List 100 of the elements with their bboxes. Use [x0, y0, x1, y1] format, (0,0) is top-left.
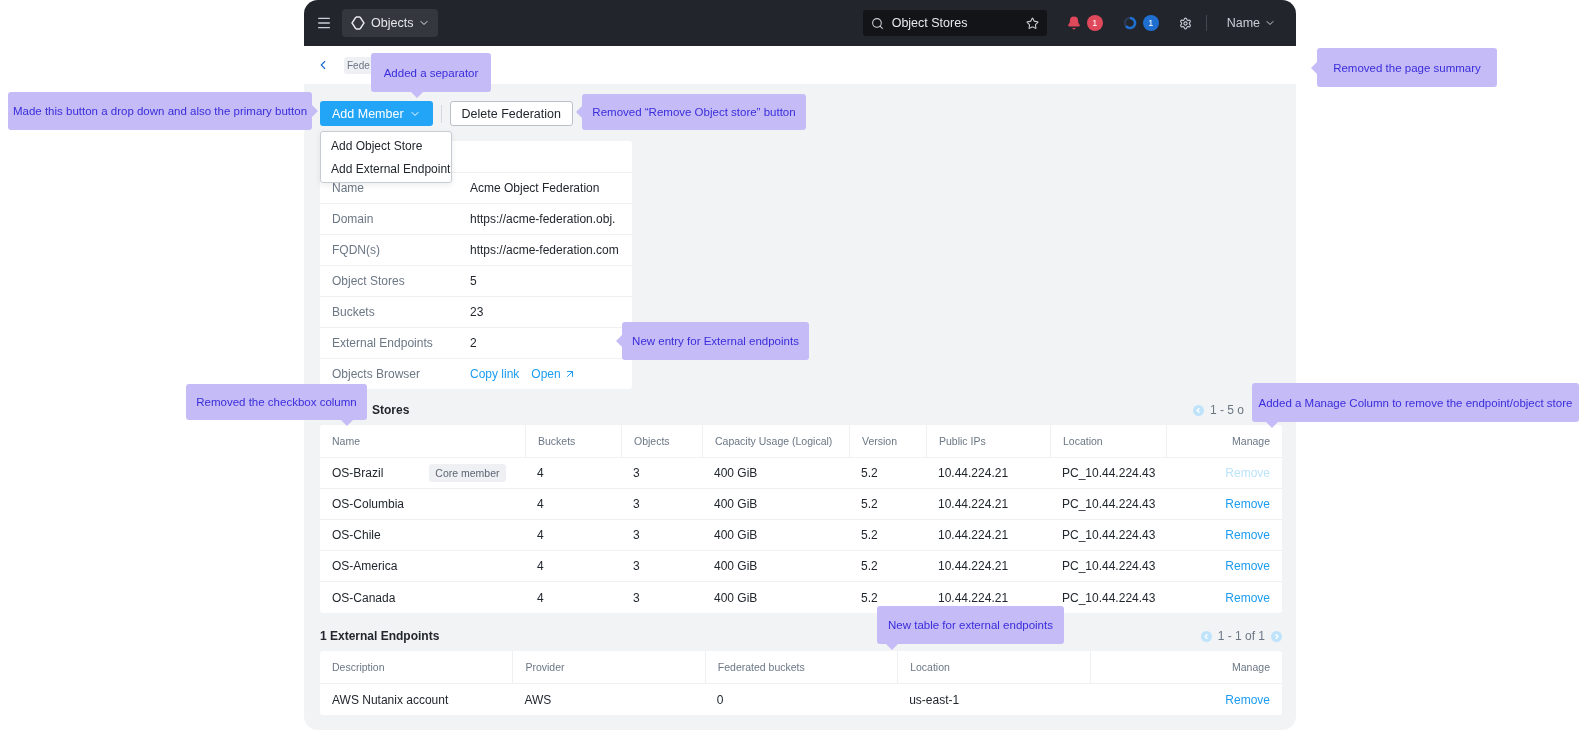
column-header: Manage [1166, 425, 1282, 458]
detail-link[interactable]: Open [531, 367, 576, 381]
table-cell: 10.44.224.21 [938, 466, 1009, 480]
remove-link[interactable]: Remove [1225, 559, 1270, 573]
annotation-callout: Added a separator [371, 53, 491, 92]
core-member-tag: Core member [429, 464, 506, 482]
detail-value: Acme Object Federation [470, 181, 600, 195]
search-field[interactable]: Object Stores [862, 10, 1047, 36]
annotation-callout: Removed “Remove Object store” button [582, 94, 806, 130]
column-header: Location [1050, 425, 1166, 458]
table-cell: 10.44.224.21 [938, 528, 1009, 542]
settings-icon[interactable] [1178, 16, 1192, 30]
annotation-callout: New table for external endpoints [877, 606, 1064, 644]
table-cell: 4 [537, 590, 544, 605]
objects-logo-icon [350, 15, 366, 31]
table-cell: OS-Chile [332, 528, 381, 542]
detail-label: Buckets [331, 305, 376, 319]
bell-icon[interactable] [1066, 16, 1081, 30]
table-cell: 4 [537, 466, 544, 480]
table-cell: 400 GiB [714, 528, 758, 542]
detail-value: 23 [470, 305, 484, 319]
user-menu[interactable]: Name [1220, 15, 1282, 31]
table-cell: 5.2 [861, 590, 878, 605]
page-range: 1 - 5 o [1209, 403, 1244, 417]
annotation-callout: Removed the checkbox column [186, 384, 367, 420]
annotation-callout: Added a Manage Column to remove the endpoint/object store [1252, 383, 1579, 422]
table-cell: OS-Columbia [332, 497, 405, 511]
table-cell: 5.2 [861, 528, 878, 542]
annotation-callout: Removed the page summary [1317, 48, 1497, 87]
section-heading: 1 External Endpoints [320, 629, 440, 643]
delete-federation-button[interactable]: Delete Federation [449, 101, 573, 126]
detail-label: FQDN(s) [331, 243, 381, 257]
table-cell: 400 GiB [714, 497, 758, 511]
callout-pointer [411, 92, 423, 98]
page-range: 1 - 1 of 1 [1217, 629, 1265, 643]
search-input[interactable]: Object Stores [889, 15, 1020, 31]
detail-label: Name [331, 181, 365, 195]
callout-pointer [312, 105, 318, 117]
remove-link[interactable]: Remove [1225, 692, 1270, 707]
table-cell: PC_10.44.224.43 [1062, 559, 1156, 573]
table-cell: 4 [537, 497, 544, 511]
table-cell: 10.44.224.21 [938, 559, 1009, 573]
detail-link[interactable]: Copy link [470, 367, 520, 381]
column-header: Manage [1089, 651, 1282, 684]
table-cell: AWS Nutanix account [332, 692, 449, 707]
column-header: Federated buckets [704, 651, 898, 684]
annotation-callout: Made this button a drop down and also the primary button [8, 92, 312, 130]
table-cell: 3 [633, 528, 640, 542]
callout-pointer [616, 335, 622, 347]
column-header: Buckets [525, 425, 621, 458]
detail-value: https://acme-federation.obj. [470, 212, 616, 226]
table-cell: 400 GiB [714, 466, 758, 480]
menu-item[interactable]: Add Object Store [321, 134, 451, 157]
table-cell: 3 [633, 590, 640, 605]
progress-ring-icon[interactable] [1122, 16, 1137, 30]
table-cell: AWS [524, 692, 552, 707]
column-header: Objects [621, 425, 702, 458]
remove-link[interactable]: Remove [1225, 590, 1270, 605]
column-header: Provider [512, 651, 705, 684]
column-header: Capacity Usage (Logical) [702, 425, 849, 458]
count-badge: 1 [1086, 15, 1103, 31]
detail-value: https://acme-federation.com [470, 243, 619, 257]
table-cell: 3 [633, 497, 640, 511]
table-cell: OS-America [332, 559, 398, 573]
add-member-button[interactable]: Add Member [320, 101, 433, 126]
table-cell: 400 GiB [714, 590, 758, 605]
star-icon[interactable] [1025, 16, 1039, 30]
table-cell: PC_10.44.224.43 [1062, 466, 1156, 480]
table-cell: 4 [537, 559, 544, 573]
column-header: Location [897, 651, 1090, 684]
detail-label: Object Stores [331, 274, 406, 288]
callout-pointer [1311, 61, 1317, 74]
table-cell: 5.2 [861, 559, 878, 573]
callout-pointer [576, 106, 582, 118]
remove-link[interactable]: Remove [1225, 528, 1270, 542]
table-cell: 3 [633, 466, 640, 480]
detail-value: 2 [470, 336, 477, 350]
app-switcher[interactable]: Objects [342, 9, 439, 37]
column-header: Description [320, 651, 513, 684]
table-cell: 4 [537, 528, 544, 542]
menu-icon[interactable] [316, 15, 332, 31]
table-cell: OS-Brazil [332, 466, 384, 480]
detail-label: Objects Browser [331, 367, 422, 381]
detail-label: Domain [331, 212, 375, 226]
table-cell: 10.44.224.21 [938, 590, 1009, 605]
search-icon [870, 16, 884, 30]
remove-link[interactable]: Remove [1225, 497, 1270, 511]
count-badge: 1 [1142, 15, 1159, 31]
table-cell: PC_10.44.224.43 [1062, 497, 1156, 511]
table-cell: 5.2 [861, 497, 878, 511]
table-cell: OS-Canada [332, 590, 396, 605]
column-header: Public IPs [926, 425, 1050, 458]
table-cell: 3 [633, 559, 640, 573]
menu-item[interactable]: Add External Endpoint [321, 157, 451, 180]
section-heading: Stores [372, 403, 410, 417]
table-cell: 0 [716, 692, 724, 707]
breadcrumb-chip[interactable]: Fede [344, 56, 373, 74]
table-cell: PC_10.44.224.43 [1062, 590, 1156, 605]
table-cell: 5.2 [861, 466, 878, 480]
annotation-callout: New entry for External endpoints [622, 322, 809, 360]
